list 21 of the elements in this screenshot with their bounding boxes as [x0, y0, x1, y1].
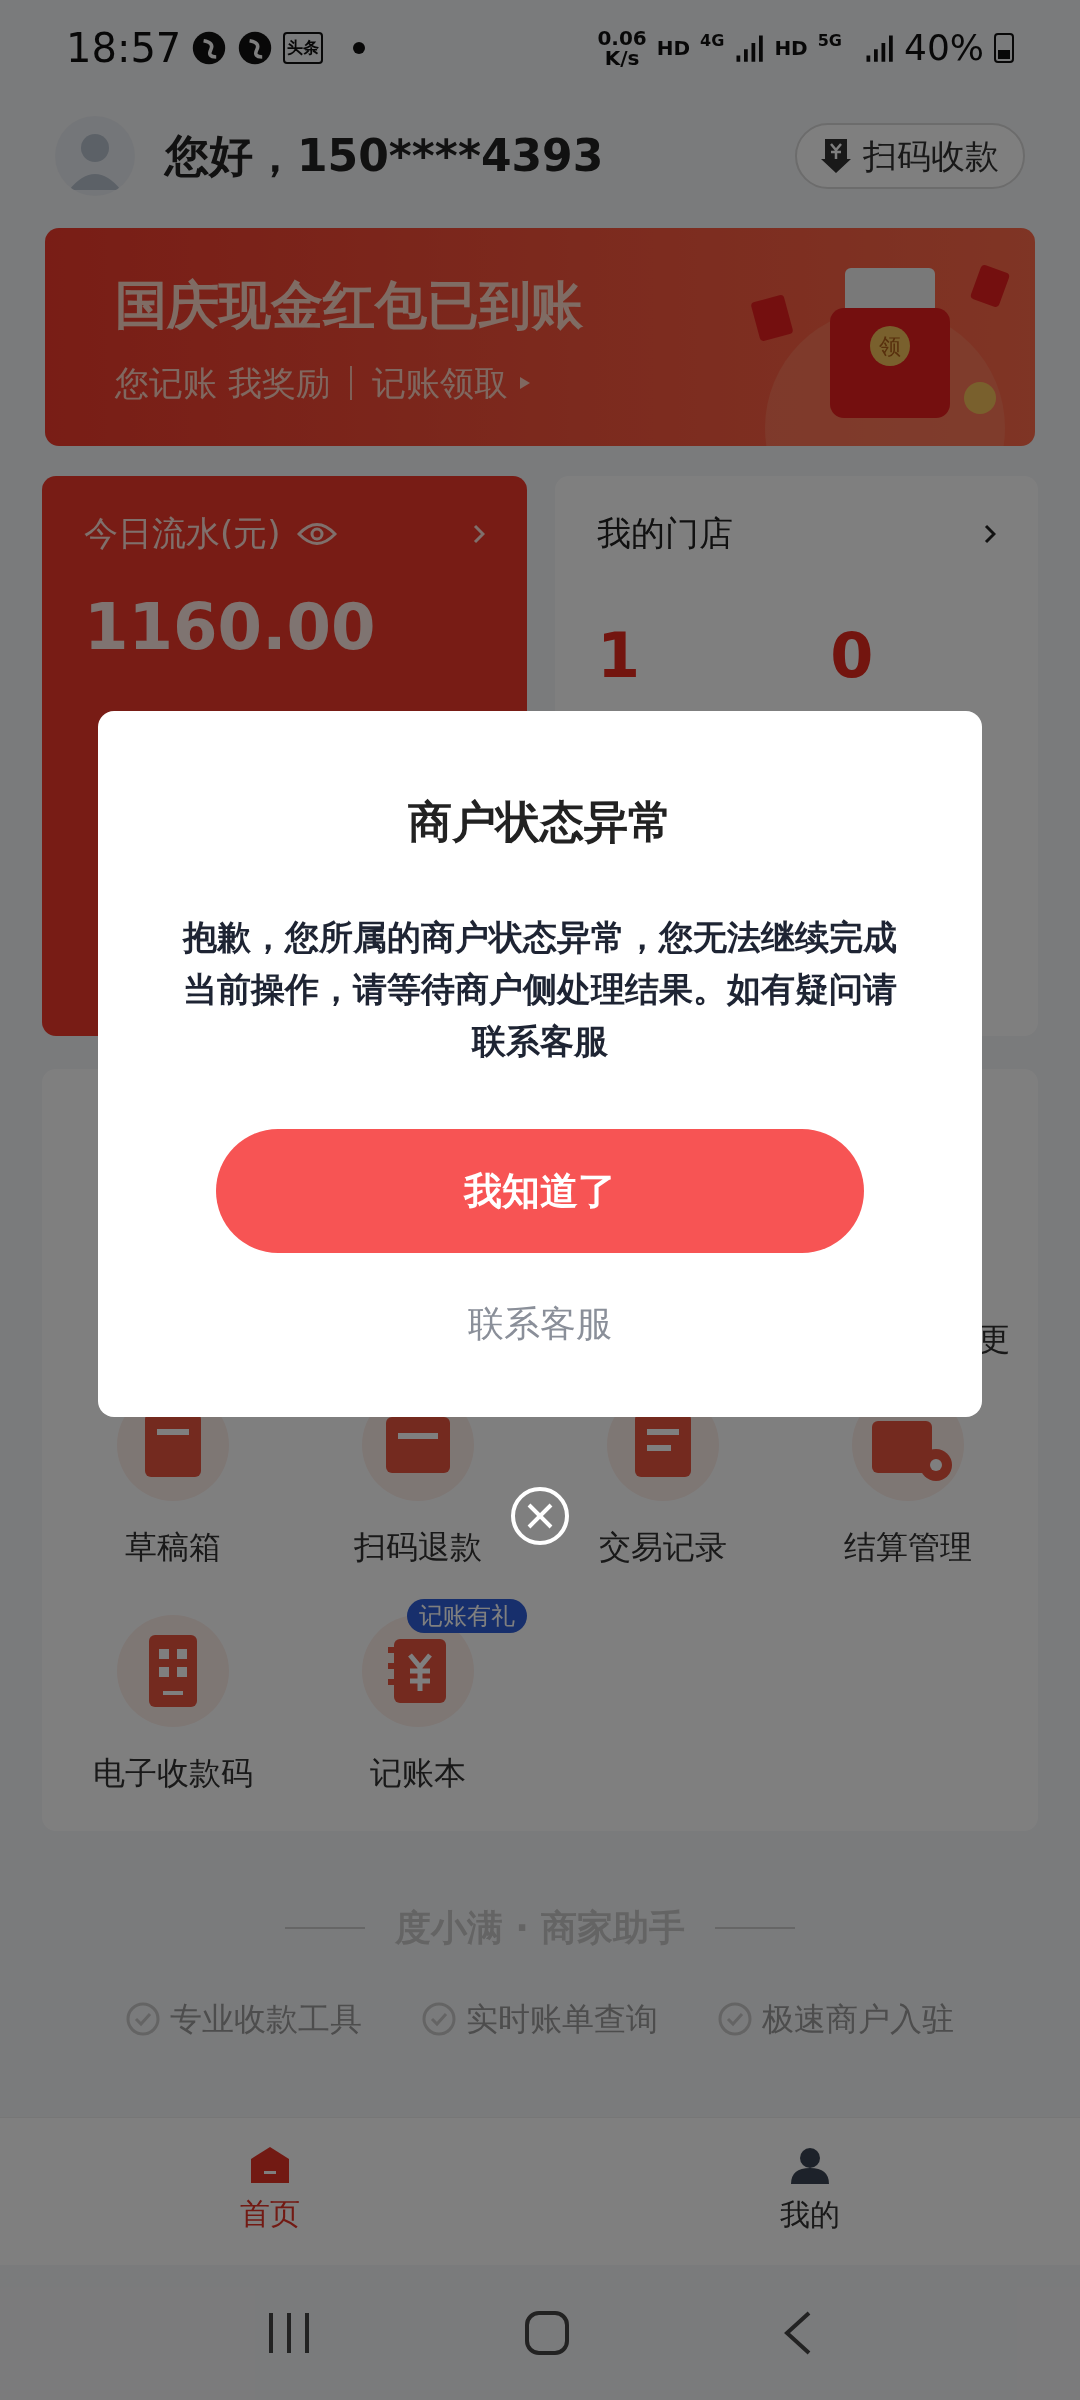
status-time: 18:57	[66, 24, 182, 73]
store-title: 我的门店	[597, 512, 733, 555]
flow-amount: 1160.00	[84, 589, 377, 666]
banner-title: 国庆现金红包已到账	[115, 273, 583, 337]
app-badge-icon: 头条	[283, 32, 324, 64]
network-type: 4G	[700, 30, 725, 52]
hd-label: HD	[774, 35, 808, 62]
hd-label: HD	[656, 35, 691, 62]
battery-percent: 40%	[904, 26, 984, 70]
more-text: 更	[978, 1319, 1010, 1360]
greeting: 您好，150****4393	[165, 129, 604, 183]
net-speed: 0.06	[597, 28, 647, 48]
store-count: 0	[830, 618, 874, 694]
dialog-message: 抱歉，您所属的商户状态异常，您无法继续完成当前操作，请等待商户侧处理结果。如有疑问请联系客服	[181, 916, 898, 1063]
promo-badge: 记账有礼	[407, 1599, 527, 1633]
banner-subtitle: 您记账 我奖励	[115, 361, 330, 405]
net-speed-unit: K/s	[604, 48, 640, 68]
flow-title: 今日流水(元)	[84, 512, 281, 555]
network-type: 5G	[817, 30, 842, 52]
dialog-title: 商户状态异常	[408, 795, 672, 849]
store-count: 1	[597, 618, 641, 694]
